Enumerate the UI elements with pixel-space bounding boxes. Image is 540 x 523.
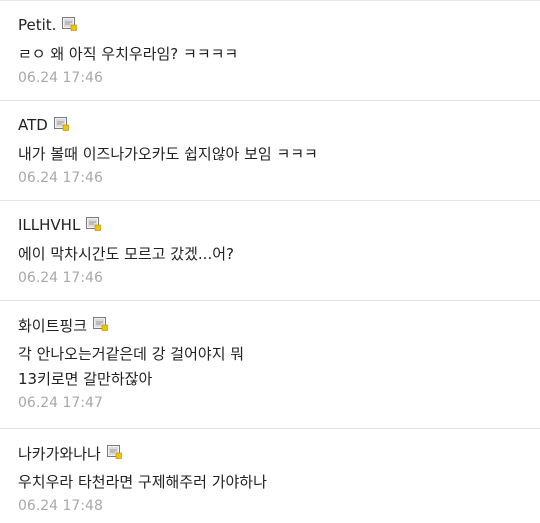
comment-header: 나카가와나나: [18, 442, 522, 464]
comment-author[interactable]: 화이트핑크: [18, 315, 87, 336]
comment-header: ILLHVHL: [18, 214, 522, 236]
memo-icon: [62, 16, 78, 31]
comment-item: ILLHVHL 에이 막차시간도 모르고 갔겠...어? 06.24 17:46: [0, 201, 540, 301]
comment-text: 우치우라 타천라면 구제해주러 가야하나: [18, 473, 267, 491]
comment-author[interactable]: Petit.: [18, 16, 56, 34]
memo-icon: [53, 116, 69, 131]
memo-icon: [93, 316, 108, 331]
comment-item: 나카가와나나 우치우라 타천라면 구제해주러 가야하나 06.24 17:48: [0, 429, 540, 523]
comment-text: 내가 볼때 이즈나가오카도 쉽지않아 보임 ㅋㅋㅋ: [18, 145, 318, 163]
comment-text: ㄹㅇ 왜 아직 우치우라임? ㅋㅋㅋㅋ: [18, 45, 239, 63]
comment-timestamp: 06.24 17:46: [18, 170, 103, 186]
comment-text: 13키로면 갈만하잖아: [18, 370, 153, 388]
memo-icon: [86, 216, 102, 231]
comment-author[interactable]: ILLHVHL: [18, 216, 80, 234]
comment-item: ATD 내가 볼때 이즈나가오카도 쉽지않아 보임 ㅋㅋㅋ 06.24 17:4…: [0, 101, 540, 201]
comment-item: 화이트핑크 각 안나오는거같은데 강 걸어야지 뭐 13키로면 갈만하잖아 06…: [0, 301, 540, 429]
comment-header: ATD: [18, 114, 522, 136]
comment-timestamp: 06.24 17:46: [18, 70, 103, 86]
comment-author[interactable]: ATD: [18, 116, 48, 134]
comment-text: 각 안나오는거같은데 강 걸어야지 뭐: [18, 345, 245, 363]
comment-author[interactable]: 나카가와나나: [18, 443, 101, 464]
comment-header: 화이트핑크: [18, 314, 522, 336]
memo-icon: [106, 444, 122, 459]
comment-text: 에이 막차시간도 모르고 갔겠...어?: [18, 245, 234, 263]
comment-list: Petit. ㄹㅇ 왜 아직 우치우라임? ㅋㅋㅋㅋ 06.24 17:46 A…: [0, 1, 540, 523]
comment-timestamp: 06.24 17:48: [18, 498, 103, 514]
comment-header: Petit.: [18, 14, 522, 36]
comment-timestamp: 06.24 17:47: [18, 395, 103, 411]
comment-item: Petit. ㄹㅇ 왜 아직 우치우라임? ㅋㅋㅋㅋ 06.24 17:46: [0, 1, 540, 101]
comment-timestamp: 06.24 17:46: [18, 270, 103, 286]
